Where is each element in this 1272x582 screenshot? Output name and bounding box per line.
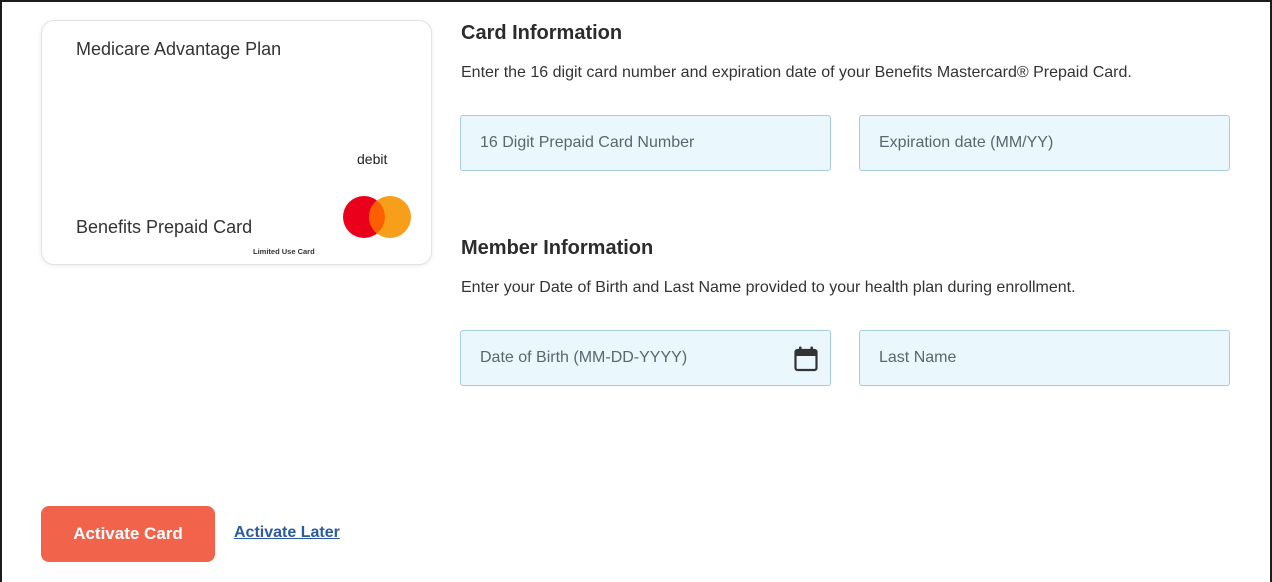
activate-later-link[interactable]: Activate Later — [234, 524, 340, 542]
card-number-input[interactable] — [460, 115, 831, 171]
card-information-heading: Card Information — [461, 22, 623, 44]
member-information-description: Enter your Date of Birth and Last Name p… — [461, 279, 1076, 296]
activate-card-button[interactable]: Activate Card — [41, 506, 215, 562]
card-plan-name: Medicare Advantage Plan — [76, 39, 282, 59]
date-of-birth-input[interactable] — [460, 330, 831, 386]
mastercard-logo-icon — [343, 196, 411, 238]
card-limited-use-label: Limited Use Card — [253, 247, 315, 256]
expiration-date-input[interactable] — [859, 115, 1230, 171]
card-name: Benefits Prepaid Card — [76, 217, 253, 237]
card-type-label: debit — [357, 151, 388, 167]
calendar-icon[interactable] — [794, 346, 818, 372]
prepaid-card-preview: Medicare Advantage Plan debit Benefits P… — [41, 20, 432, 265]
last-name-input[interactable] — [859, 330, 1230, 386]
member-information-heading: Member Information — [461, 237, 654, 259]
card-information-description: Enter the 16 digit card number and expir… — [461, 64, 1132, 81]
